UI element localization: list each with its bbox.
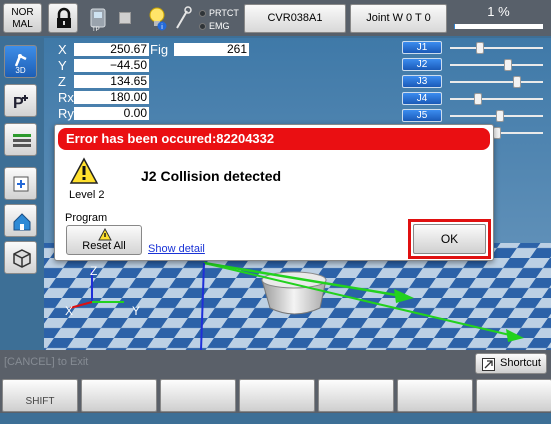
coord-z-label: Z (58, 74, 66, 89)
coord-rx-label: Rx (58, 90, 74, 105)
mode-label-line1: NOR (11, 7, 34, 18)
stop-indicator-icon (119, 12, 131, 24)
joint-slider-thumb[interactable] (496, 110, 505, 122)
coord-ry-label: Ry (58, 106, 74, 121)
joint-slider-track[interactable] (450, 76, 543, 88)
joint-slider-track[interactable] (450, 110, 543, 122)
joint-slider-track[interactable] (450, 93, 543, 105)
shortcut-button[interactable]: Shortcut (475, 353, 547, 374)
joint-row-j2: J2 (402, 58, 547, 72)
robot-name-button[interactable]: CVR038A1 (244, 4, 346, 33)
function-key[interactable] (239, 379, 315, 412)
joint-row-j5: J5 (402, 109, 547, 123)
function-key[interactable] (81, 379, 157, 412)
cancel-hint: [CANCEL] to Exit (4, 356, 89, 368)
speed-bar-fill (454, 24, 455, 29)
coord-rx-row: Rx 180.00 (58, 90, 149, 105)
prtct-label: PRTCT (209, 8, 239, 18)
speed-bar (454, 24, 543, 29)
function-key[interactable] (318, 379, 394, 412)
list-view-button[interactable] (4, 123, 37, 156)
error-message: J2 Collision detected (141, 168, 282, 184)
show-detail-link[interactable]: Show detail (148, 243, 205, 255)
coord-y-value: −44.50 (74, 59, 149, 72)
joint-slider-thumb[interactable] (512, 76, 521, 88)
joint-slider-thumb[interactable] (473, 93, 482, 105)
tp-label: TP (92, 27, 100, 33)
coord-rx-value: 180.00 (74, 91, 149, 104)
io-monitor-icon (13, 176, 29, 192)
home-button[interactable] (4, 204, 37, 237)
coord-ry-row: Ry 0.00 (58, 106, 149, 121)
joint-slider-track[interactable] (450, 59, 543, 71)
prtct-indicator: PRTCT (199, 8, 239, 18)
error-dialog: Error has been occured:82204332 J2 Colli… (54, 124, 494, 261)
gizmo-y-label: Y (132, 304, 141, 318)
reset-all-button[interactable]: Reset All (66, 225, 142, 255)
coord-y-row: Y −44.50 (58, 58, 149, 73)
error-level: Level 2 (69, 189, 105, 201)
shortcut-icon (482, 358, 495, 371)
lock-icon (57, 7, 71, 28)
joint-row-j3: J3 (402, 75, 547, 89)
coord-z-row: Z 134.65 (58, 74, 149, 89)
coord-ry-value: 0.00 (74, 107, 149, 120)
emg-label: EMG (209, 21, 230, 31)
joint-row-j1: J1 (402, 41, 547, 55)
home-icon (13, 213, 31, 231)
lock-button[interactable] (48, 3, 78, 33)
speed-value: 1 % (487, 4, 510, 19)
reset-all-label: Reset All (82, 240, 126, 252)
point-edit-icon: P (13, 95, 28, 112)
function-key[interactable] (397, 379, 473, 412)
joint-row-j4: J4 (402, 92, 547, 106)
lightbulb-icon: i (149, 7, 167, 31)
mode-label-line2: MAL (12, 19, 33, 30)
emg-indicator: EMG (199, 21, 230, 31)
joint-button-j3[interactable]: J3 (402, 75, 442, 88)
top-status-bar: NOR MAL TP i PRTCT EMG CVR038A1 Joint W … (0, 0, 551, 36)
object-button[interactable] (4, 241, 37, 274)
mode-button[interactable]: NOR MAL (3, 3, 42, 33)
joint-slider-thumb[interactable] (503, 59, 512, 71)
joint-button-j4[interactable]: J4 (402, 92, 442, 105)
coord-x-row: X 250.67 (58, 42, 149, 57)
shift-key[interactable]: SHIFT (2, 379, 78, 412)
coord-x-label: X (58, 42, 67, 57)
bottom-bar: [CANCEL] to Exit Shortcut SHIFT (0, 350, 551, 413)
gizmo-z-label: Z (90, 264, 98, 278)
prtct-led-icon (199, 9, 206, 17)
ok-button[interactable]: OK (413, 224, 486, 254)
function-key[interactable] (160, 379, 236, 412)
coord-z-value: 134.65 (74, 75, 149, 88)
warning-icon (69, 157, 99, 184)
joint-slider-thumb[interactable] (475, 42, 484, 54)
fig-value: 261 (174, 43, 249, 56)
emg-led-icon (199, 22, 206, 30)
joint-slider-track[interactable] (450, 42, 543, 54)
cube-icon (13, 249, 31, 268)
coord-y-label: Y (58, 58, 67, 73)
shortcut-label: Shortcut (500, 357, 541, 369)
gizmo-x-label: X (65, 304, 74, 318)
joint-button-j2[interactable]: J2 (402, 58, 442, 71)
list-icon (13, 134, 31, 147)
program-point-button[interactable]: P (4, 84, 37, 117)
joint-button-j1[interactable]: J1 (402, 41, 442, 54)
coord-mode-button[interactable]: Joint W 0 T 0 (350, 4, 447, 33)
io-monitor-button[interactable] (4, 167, 37, 200)
speed-indicator[interactable]: 1 % (450, 4, 547, 33)
coord-x-value: 250.67 (74, 43, 149, 56)
error-title: Error has been occured:82204332 (58, 128, 490, 150)
program-label: Program (65, 212, 108, 224)
fig-label: Fig (150, 42, 169, 57)
wrench-icon (176, 6, 192, 29)
view-3d-button[interactable]: 3D (4, 45, 37, 78)
fig-row: Fig 261 (150, 42, 249, 57)
ok-button-highlight: OK (408, 219, 491, 259)
function-key[interactable] (476, 379, 551, 412)
joint-button-j5[interactable]: J5 (402, 109, 442, 122)
view-3d-label: 3D (15, 66, 26, 75)
